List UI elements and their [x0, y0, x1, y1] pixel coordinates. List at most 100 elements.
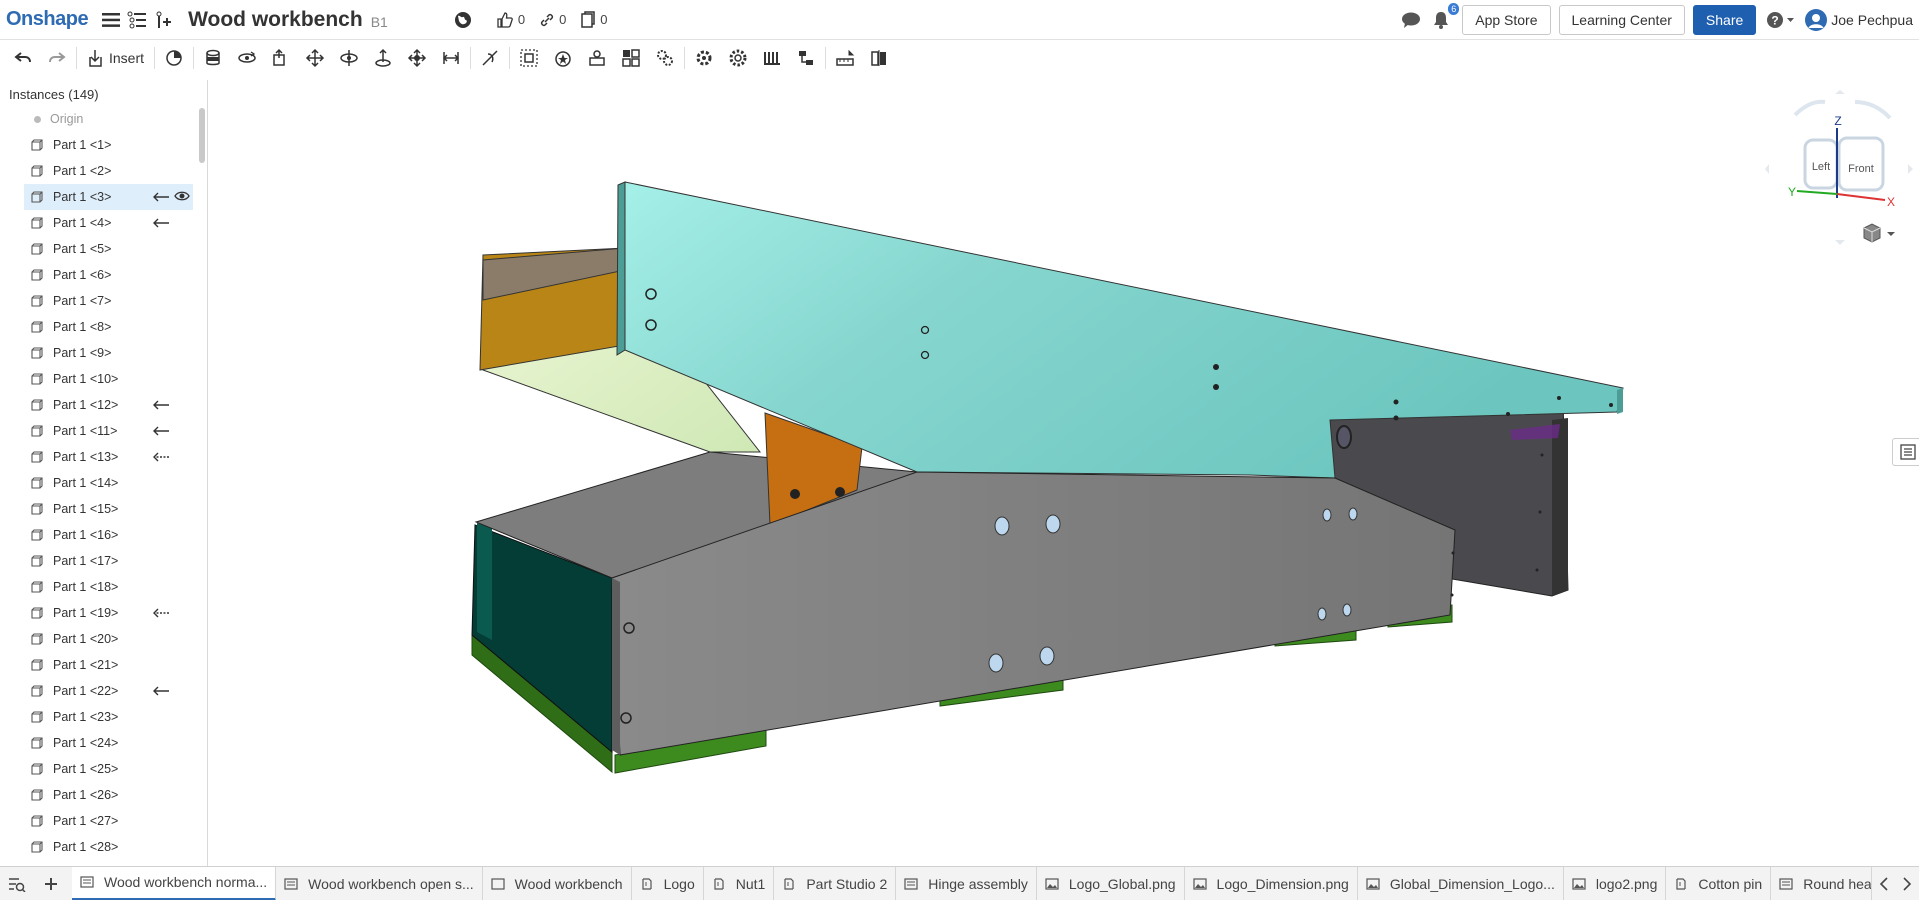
mate-feature-icon[interactable] [546, 43, 580, 73]
bom-panel-toggle[interactable] [1892, 438, 1919, 466]
settings-gear-icon[interactable] [721, 43, 755, 73]
instance-item[interactable]: Part 1 <19> [0, 600, 207, 626]
instance-item[interactable]: Part 1 <13> [0, 444, 207, 470]
share-button[interactable]: Share [1692, 5, 1757, 35]
instance-item[interactable]: Part 1 <11> [0, 418, 207, 444]
tab-item[interactable]: Wood workbench [483, 867, 632, 900]
workbench-model[interactable] [210, 80, 1919, 866]
instance-item[interactable]: Part 1 <14> [0, 470, 207, 496]
section-view-icon[interactable] [862, 43, 896, 73]
tangent-mate-icon[interactable] [473, 43, 507, 73]
arrow-left-icon[interactable] [152, 190, 170, 205]
instance-item[interactable]: Part 1 <10> [0, 366, 207, 392]
instance-item[interactable]: Part 1 <8> [0, 314, 207, 340]
dashed-arrow-icon[interactable] [152, 450, 170, 465]
app-store-button[interactable]: App Store [1462, 5, 1551, 35]
feature-list-icon[interactable] [124, 7, 150, 33]
instance-item[interactable]: Part 1 <2> [0, 158, 207, 184]
instances-scrollbar[interactable] [199, 108, 205, 163]
tab-item[interactable]: Cotton pin [1666, 867, 1772, 900]
tab-manager-icon[interactable] [4, 871, 30, 897]
instance-item[interactable]: Part 1 <17> [0, 548, 207, 574]
insert-button[interactable]: Insert [79, 49, 152, 67]
gear-relation-icon[interactable] [648, 43, 682, 73]
arrow-left-icon[interactable] [152, 398, 170, 413]
tab-item[interactable]: Global_Dimension_Logo... [1358, 867, 1564, 900]
tab-item[interactable]: Part Studio 2 [774, 867, 897, 900]
instance-item[interactable]: Part 1 <26> [0, 782, 207, 808]
instance-item[interactable]: Part 1 <21> [0, 652, 207, 678]
tab-scroll-right-icon[interactable] [1902, 877, 1912, 891]
add-tab-icon[interactable] [38, 871, 64, 897]
instance-item[interactable]: Part 1 <3> [24, 184, 193, 210]
origin-item[interactable]: Origin [0, 106, 207, 132]
document-title[interactable]: Wood workbench [188, 8, 363, 32]
instance-item[interactable]: Part 1 <1> [0, 132, 207, 158]
instance-item[interactable]: Part 1 <9> [0, 340, 207, 366]
mate-connector-icon[interactable] [157, 43, 191, 73]
instance-item[interactable]: Part 1 <25> [0, 756, 207, 782]
links-counter[interactable]: 0 [539, 12, 566, 28]
document-version[interactable]: B1 [371, 14, 388, 30]
instance-item[interactable]: Part 1 <6> [0, 262, 207, 288]
tab-scroll-left-icon[interactable] [1879, 877, 1889, 891]
graphics-viewport[interactable]: Z Left Front X Y [210, 80, 1919, 866]
tab-item[interactable]: Wood workbench open s... [276, 867, 483, 900]
menu-icon[interactable] [98, 7, 124, 33]
instances-header[interactable]: Instances (149) [0, 80, 207, 106]
instance-item[interactable]: Part 1 <23> [0, 704, 207, 730]
instance-item[interactable]: Part 1 <28> [0, 834, 207, 860]
comments-icon[interactable] [1398, 7, 1424, 33]
instance-item[interactable]: Part 1 <4> [0, 210, 207, 236]
arrow-left-icon[interactable] [152, 424, 170, 439]
tab-item[interactable]: Logo_Global.png [1037, 867, 1185, 900]
eye-icon[interactable] [174, 190, 190, 205]
onshape-logo[interactable]: Onshape [6, 8, 89, 31]
instance-item[interactable]: Part 1 <16> [0, 522, 207, 548]
tab-item[interactable]: logo2.png [1564, 867, 1667, 900]
view-options-icon[interactable] [1860, 222, 1900, 246]
group-icon[interactable] [512, 43, 546, 73]
instance-item[interactable]: Part 1 <27> [0, 808, 207, 834]
revolute-mate-icon[interactable] [230, 43, 264, 73]
instance-item[interactable]: Part 1 <22> [0, 678, 207, 704]
slider-mate-icon[interactable] [264, 43, 298, 73]
replicate-icon[interactable] [614, 43, 648, 73]
rack-icon[interactable] [755, 43, 789, 73]
dashed-arrow-icon[interactable] [152, 606, 170, 621]
planar-mate-icon[interactable] [298, 43, 332, 73]
linear-relation-icon[interactable] [789, 43, 823, 73]
measure-icon[interactable] [828, 43, 862, 73]
instance-item[interactable]: Part 1 <5> [0, 236, 207, 262]
arrow-left-icon[interactable] [152, 216, 170, 231]
undo-icon[interactable] [6, 43, 40, 73]
add-feature-icon[interactable] [150, 7, 176, 33]
redo-icon[interactable] [40, 43, 74, 73]
globe-icon[interactable] [450, 7, 476, 33]
gear-icon[interactable] [687, 43, 721, 73]
instance-item[interactable]: Part 1 <12> [0, 392, 207, 418]
learning-center-button[interactable]: Learning Center [1558, 5, 1685, 35]
notifications-icon[interactable]: 6 [1428, 3, 1460, 33]
fastened-mate-icon[interactable] [196, 43, 230, 73]
instance-item[interactable]: Part 1 <20> [0, 626, 207, 652]
ball-mate-icon[interactable] [400, 43, 434, 73]
pin-slot-mate-icon[interactable] [366, 43, 400, 73]
instance-item[interactable]: Part 1 <18> [0, 574, 207, 600]
relation-icon[interactable] [580, 43, 614, 73]
help-icon[interactable]: ? [1764, 7, 1798, 33]
tab-item[interactable]: Logo [632, 867, 704, 900]
tab-item[interactable]: Logo_Dimension.png [1185, 867, 1358, 900]
tab-item[interactable]: Nut1 [704, 867, 775, 900]
instance-item[interactable]: Part 1 <7> [0, 288, 207, 314]
tab-item[interactable]: Wood workbench norma... [72, 867, 277, 900]
parallel-mate-icon[interactable] [434, 43, 468, 73]
copies-counter[interactable]: 0 [580, 10, 608, 29]
instance-item[interactable]: Part 1 <24> [0, 730, 207, 756]
arrow-left-icon[interactable] [152, 684, 170, 699]
tab-item[interactable]: Hinge assembly [896, 867, 1037, 900]
cylindrical-mate-icon[interactable] [332, 43, 366, 73]
user-menu[interactable]: Joe Pechpua [1804, 8, 1913, 32]
instance-item[interactable]: Part 1 <15> [0, 496, 207, 522]
likes-counter[interactable]: 0 [496, 11, 525, 29]
